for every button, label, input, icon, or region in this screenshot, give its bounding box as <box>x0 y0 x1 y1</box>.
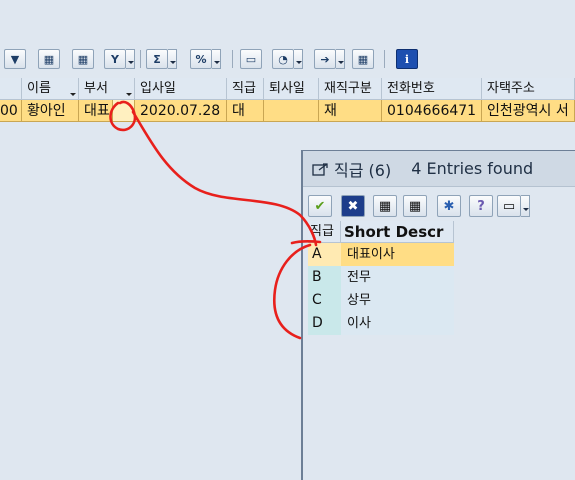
window-icon <box>312 162 328 176</box>
dialog-toolbar: ✔ ✖ ▦ ▦ ✱ ? ▭ <box>303 187 575 221</box>
employee-grid: 이름 부서 입사일 직급 퇴사일 재직구분 전화번호 자택주소 00 황아인 대… <box>0 78 575 122</box>
rank-key[interactable]: C <box>308 289 341 312</box>
column-header-department[interactable]: 부서 <box>79 78 135 100</box>
column-header-address[interactable]: 자택주소 <box>482 78 575 100</box>
sum-icon[interactable]: Σ <box>146 49 168 69</box>
print-icon[interactable]: ▭ <box>497 195 521 217</box>
column-header-rank[interactable]: 직급 <box>308 221 341 243</box>
subtotal-dropdown[interactable] <box>212 49 221 69</box>
info-icon[interactable]: i <box>396 49 418 69</box>
column-header-short-description[interactable]: Short Descr <box>341 221 454 243</box>
layout-dropdown[interactable] <box>294 49 303 69</box>
cell-rank[interactable]: 대 <box>227 100 264 122</box>
dialog-title-bar[interactable]: 직급 (6) 4 Entries found <box>303 151 575 187</box>
list-item[interactable]: C 상무 <box>308 289 454 312</box>
find-next-icon[interactable]: ▦ <box>403 195 427 217</box>
dialog-title: 직급 (6) <box>334 160 392 180</box>
find-icon[interactable]: ▦ <box>38 49 60 69</box>
entries-found-text: 4 Entries found <box>411 159 534 178</box>
column-header-employment-status[interactable]: 재직구분 <box>319 78 382 100</box>
find-icon[interactable]: ▦ <box>373 195 397 217</box>
column-header-label: 부서 <box>84 81 108 96</box>
column-header-phone[interactable]: 전화번호 <box>382 78 482 100</box>
column-header-hire-date[interactable]: 입사일 <box>135 78 227 100</box>
filter-funnel-icon[interactable]: ▼ <box>4 49 26 69</box>
set-filter-dropdown[interactable] <box>126 49 135 69</box>
cell-hire-date[interactable]: 2020.07.28 <box>135 100 227 122</box>
sort-arrow-icon <box>126 93 132 96</box>
rank-description[interactable]: 전무 <box>341 266 454 289</box>
toolbar-separator <box>384 50 385 68</box>
print-icon[interactable]: ▭ <box>240 49 262 69</box>
new-restriction-icon[interactable]: ✱ <box>437 195 461 217</box>
cell-leave-date[interactable] <box>264 100 319 122</box>
cancel-x-icon[interactable]: ✖ <box>341 195 365 217</box>
cell-department-input[interactable] <box>113 100 135 122</box>
column-header-selector[interactable] <box>0 78 22 100</box>
grid-layout-icon[interactable]: ▦ <box>352 49 374 69</box>
cell-department[interactable]: 대표 <box>79 100 113 122</box>
cell-id[interactable]: 00 <box>0 100 22 122</box>
value-help-dialog: 직급 (6) 4 Entries found ✔ ✖ ▦ ▦ ✱ ? ▭ 직급 … <box>301 150 575 480</box>
column-header-leave-date[interactable]: 퇴사일 <box>264 78 319 100</box>
cell-name[interactable]: 황아인 <box>22 100 79 122</box>
column-header-label: 이름 <box>27 81 51 96</box>
help-icon[interactable]: ? <box>469 195 493 217</box>
column-header-name[interactable]: 이름 <box>22 78 79 100</box>
cell-address[interactable]: 인천광역시 서 <box>482 100 575 122</box>
rank-description[interactable]: 대표이사 <box>341 243 454 266</box>
main-toolbar: ▼ ▦ ▦ Y Σ % ▭ ◔ ➔ ▦ i <box>0 44 575 74</box>
list-header: 직급 Short Descr <box>308 221 454 243</box>
print-dropdown[interactable] <box>521 195 530 217</box>
rank-description[interactable]: 상무 <box>341 289 454 312</box>
list-item[interactable]: D 이사 <box>308 312 454 335</box>
column-header-rank[interactable]: 직급 <box>227 78 264 100</box>
grid-header: 이름 부서 입사일 직급 퇴사일 재직구분 전화번호 자택주소 <box>0 78 575 100</box>
toolbar-separator <box>232 50 233 68</box>
list-item[interactable]: B 전무 <box>308 266 454 289</box>
cell-phone[interactable]: 0104666471 <box>382 100 482 122</box>
cell-employment-status[interactable]: 재 <box>319 100 382 122</box>
set-filter-icon[interactable]: Y <box>104 49 126 69</box>
export-icon[interactable]: ➔ <box>314 49 336 69</box>
sort-arrow-icon <box>70 93 76 96</box>
rank-key[interactable]: A <box>308 243 341 266</box>
subtotal-icon[interactable]: % <box>190 49 212 69</box>
change-layout-icon[interactable]: ◔ <box>272 49 294 69</box>
rank-key[interactable]: D <box>308 312 341 335</box>
list-item[interactable]: A 대표이사 <box>308 243 454 266</box>
rank-description[interactable]: 이사 <box>341 312 454 335</box>
find-next-icon[interactable]: ▦ <box>72 49 94 69</box>
table-row[interactable]: 00 황아인 대표 2020.07.28 대 재 0104666471 인천광역… <box>0 100 575 122</box>
sum-dropdown[interactable] <box>168 49 177 69</box>
toolbar-separator <box>140 50 141 68</box>
confirm-check-icon[interactable]: ✔ <box>308 195 332 217</box>
rank-key[interactable]: B <box>308 266 341 289</box>
annotation-stroke <box>109 100 322 340</box>
value-help-list: 직급 Short Descr A 대표이사 B 전무 C 상무 D 이사 <box>308 221 454 335</box>
export-dropdown[interactable] <box>336 49 345 69</box>
